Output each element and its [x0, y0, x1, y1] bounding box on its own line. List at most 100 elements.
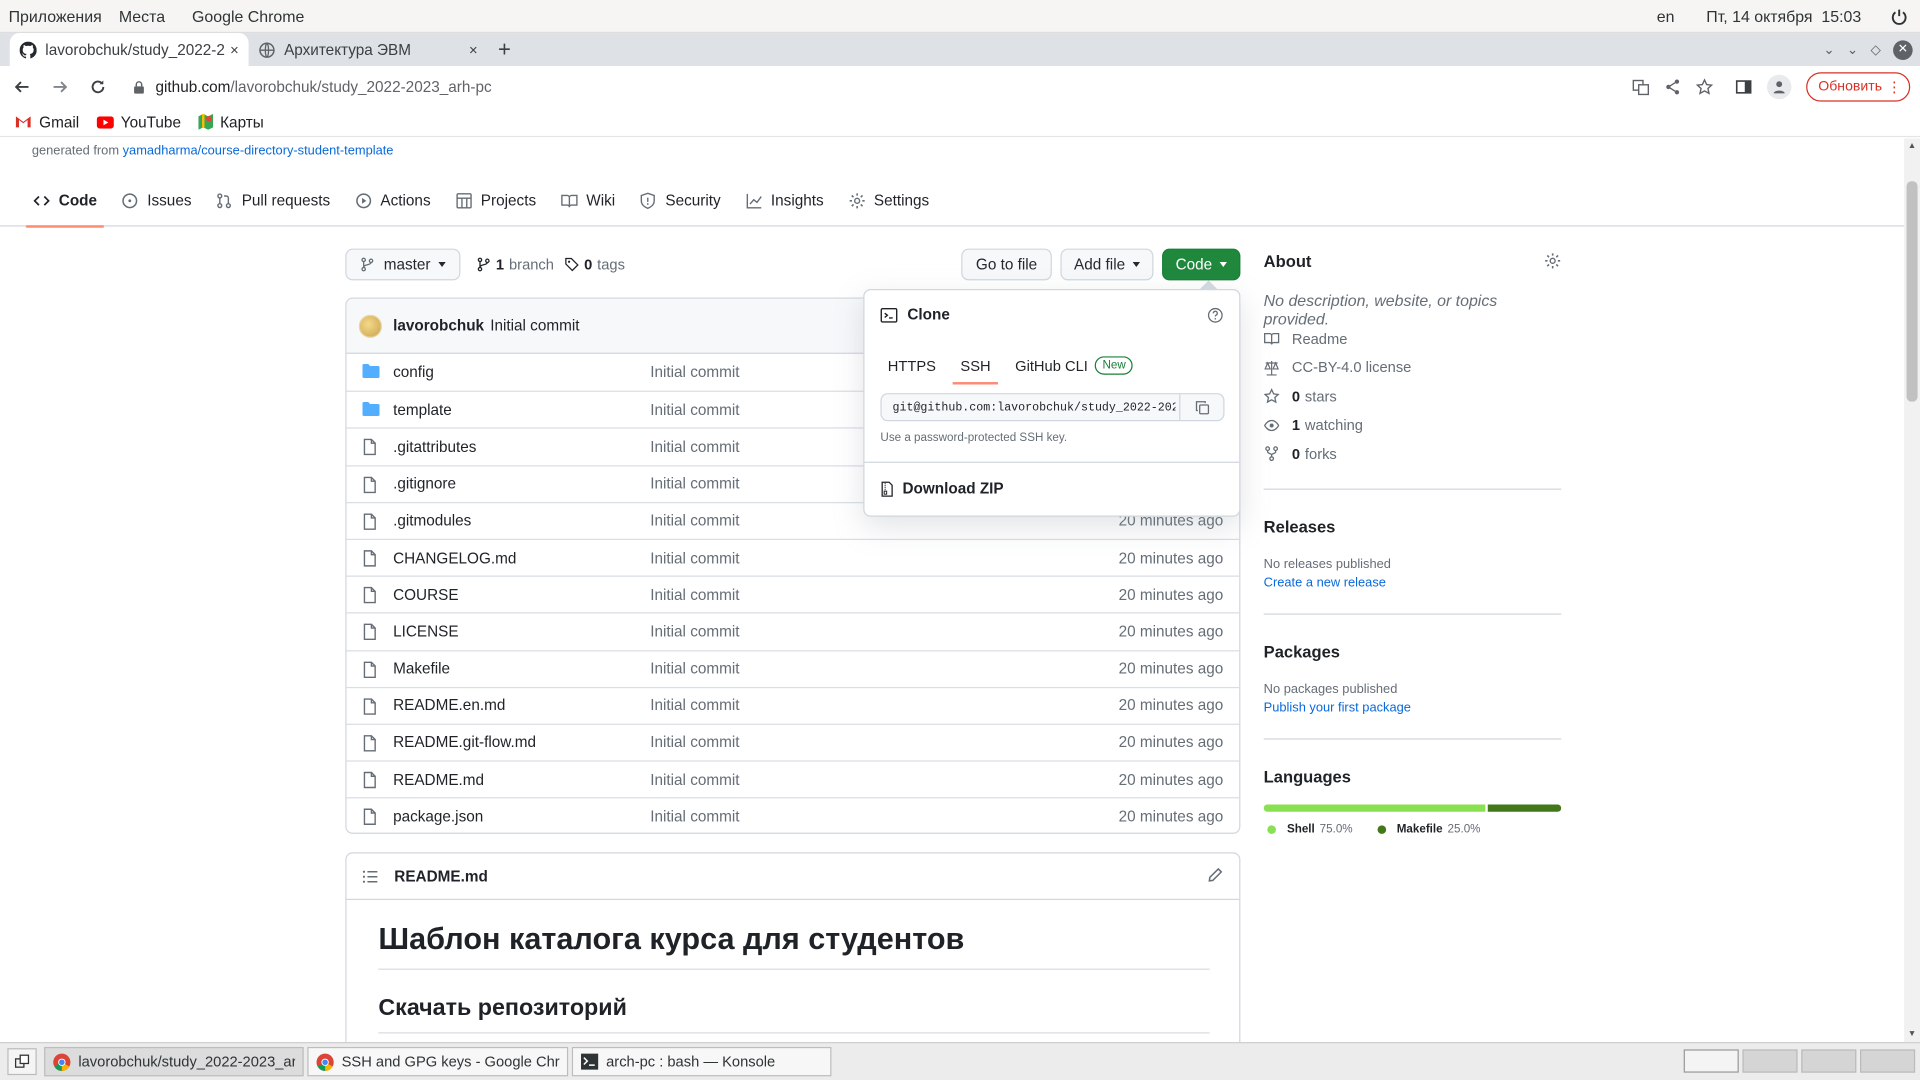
taskbar-window-ssh-keys[interactable]: SSH and GPG keys - Google Chrome: [307, 1046, 569, 1077]
clone-tab-cli[interactable]: GitHub CLI New: [1015, 350, 1134, 381]
file-row[interactable]: README.git-flow.md Initial commit 20 minut…: [346, 723, 1240, 761]
add-file-button[interactable]: Add file: [1060, 248, 1154, 281]
page-scrollbar[interactable]: ▲ ▼: [1904, 138, 1920, 1043]
file-row[interactable]: COURSE Initial commit 20 minutes ago: [346, 575, 1240, 613]
file-name[interactable]: LICENSE: [393, 623, 459, 640]
restore-icon[interactable]: ◇: [1870, 42, 1880, 58]
file-name[interactable]: CHANGELOG.md: [393, 549, 516, 566]
file-row[interactable]: README.md Initial commit 20 minutes ago: [346, 760, 1240, 797]
template-source-link[interactable]: yamadharma/course-directory-student-temp…: [123, 143, 394, 158]
scrollbar-thumb[interactable]: [1906, 181, 1918, 402]
repo-tab-code[interactable]: Code: [25, 174, 105, 228]
repo-tab-wiki[interactable]: Wiki: [560, 174, 615, 225]
file-name[interactable]: COURSE: [393, 586, 458, 603]
file-name[interactable]: package.json: [393, 808, 483, 825]
browser-tab-github[interactable]: lavorobchuk/study_2022-2 ×: [9, 33, 249, 67]
file-commit-message[interactable]: Initial commit: [650, 623, 739, 640]
tab-search-icon[interactable]: ⌄: [1823, 42, 1834, 58]
back-button[interactable]: [6, 71, 38, 103]
commit-author[interactable]: lavorobchuk: [393, 317, 484, 334]
file-name[interactable]: Makefile: [393, 660, 450, 677]
file-commit-message[interactable]: Initial commit: [650, 549, 739, 566]
file-commit-message[interactable]: Initial commit: [650, 401, 739, 418]
clone-tab-ssh[interactable]: SSH: [953, 350, 998, 385]
file-row[interactable]: Makefile Initial commit 20 minutes ago: [346, 649, 1240, 687]
share-icon[interactable]: [1664, 78, 1681, 95]
language-shell[interactable]: Shell 75.0%: [1267, 823, 1353, 836]
clone-tab-https[interactable]: HTTPS: [888, 350, 936, 381]
branches-link[interactable]: 1 branch: [476, 256, 554, 273]
file-name[interactable]: README.md: [393, 771, 484, 788]
repo-tab-pull-requests[interactable]: Pull requests: [216, 174, 330, 225]
file-commit-message[interactable]: Initial commit: [650, 364, 739, 381]
applications-menu[interactable]: Приложения: [9, 7, 102, 25]
workspace-4[interactable]: [1860, 1049, 1916, 1073]
code-button[interactable]: Code: [1162, 248, 1241, 281]
translate-icon[interactable]: [1632, 78, 1649, 96]
file-commit-message[interactable]: Initial commit: [650, 475, 739, 492]
file-name[interactable]: .gitignore: [393, 475, 456, 492]
file-row[interactable]: package.json Initial commit 20 minutes ago: [346, 797, 1240, 832]
browser-tab-arch[interactable]: Архитектура ЭВМ ×: [249, 33, 488, 66]
license-link[interactable]: CC-BY-4.0 license: [1264, 353, 1562, 382]
forward-button[interactable]: [44, 71, 76, 103]
clone-url-input[interactable]: [881, 400, 1176, 414]
file-name[interactable]: .gitattributes: [393, 438, 476, 455]
tags-link[interactable]: 0 tags: [564, 256, 625, 273]
publish-package-link[interactable]: Publish your first package: [1264, 700, 1411, 715]
minimize-icon[interactable]: ⌄: [1847, 42, 1858, 58]
close-tab-icon[interactable]: ×: [469, 41, 478, 58]
file-row[interactable]: README.en.md Initial commit 20 minutes ago: [346, 686, 1240, 724]
stars-link[interactable]: 0 stars: [1263, 382, 1562, 411]
file-commit-message[interactable]: Initial commit: [650, 697, 739, 714]
file-name[interactable]: .gitmodules: [393, 512, 471, 529]
file-name[interactable]: template: [393, 401, 452, 418]
language-makefile[interactable]: Makefile 25.0%: [1377, 823, 1481, 836]
about-gear-icon[interactable]: [1544, 252, 1561, 275]
bookmark-gmail[interactable]: Gmail: [15, 113, 79, 130]
workspace-3[interactable]: [1801, 1049, 1857, 1073]
update-chrome-button[interactable]: Обновить ⋮: [1806, 72, 1911, 102]
file-commit-message[interactable]: Initial commit: [650, 586, 739, 603]
repo-tab-actions[interactable]: Actions: [355, 174, 431, 225]
go-to-file-button[interactable]: Go to file: [961, 248, 1052, 281]
repo-tab-issues[interactable]: Issues: [122, 174, 192, 225]
workspace-2[interactable]: [1742, 1049, 1798, 1073]
profile-avatar[interactable]: [1766, 74, 1792, 100]
close-tab-icon[interactable]: ×: [230, 41, 239, 58]
bookmark-youtube[interactable]: YouTube: [96, 113, 181, 130]
copy-icon[interactable]: [1179, 394, 1223, 421]
clock[interactable]: Пт, 14 октября 15:03: [1706, 7, 1861, 25]
forks-link[interactable]: 0 forks: [1264, 440, 1562, 469]
download-zip-button[interactable]: Download ZIP: [880, 480, 1004, 497]
watching-link[interactable]: 1 watching: [1263, 411, 1562, 440]
file-commit-message[interactable]: Initial commit: [650, 512, 739, 529]
bookmark-maps[interactable]: Карты: [198, 113, 264, 130]
pencil-icon[interactable]: [1207, 867, 1223, 889]
bookmark-star-icon[interactable]: [1695, 78, 1713, 95]
taskbar-window-github[interactable]: lavorobchuk/study_2022-2023_ar...: [44, 1046, 304, 1077]
close-window-icon[interactable]: ✕: [1893, 39, 1913, 60]
avatar[interactable]: [358, 314, 383, 338]
file-commit-message[interactable]: Initial commit: [650, 734, 739, 751]
repo-tab-settings[interactable]: Settings: [848, 174, 929, 225]
packages-title[interactable]: Packages: [1264, 643, 1340, 661]
url-field[interactable]: github.com/lavorobchuk/study_2022-2023_a…: [133, 78, 492, 96]
repo-tab-security[interactable]: Security: [640, 174, 721, 225]
new-tab-button[interactable]: +: [487, 33, 521, 66]
workspace-1[interactable]: [1683, 1049, 1739, 1073]
file-name[interactable]: README.git-flow.md: [393, 734, 536, 751]
file-name[interactable]: config: [393, 364, 434, 381]
reload-button[interactable]: [82, 71, 114, 103]
power-icon[interactable]: [1891, 8, 1908, 25]
releases-title[interactable]: Releases: [1264, 518, 1336, 536]
repo-tab-projects[interactable]: Projects: [455, 174, 536, 225]
file-commit-message[interactable]: Initial commit: [650, 808, 739, 825]
list-icon[interactable]: [362, 869, 378, 884]
question-icon[interactable]: [1207, 307, 1223, 329]
readme-link[interactable]: Readme: [1264, 324, 1562, 353]
create-release-link[interactable]: Create a new release: [1264, 576, 1386, 591]
repo-tab-insights[interactable]: Insights: [745, 174, 824, 225]
file-name[interactable]: README.en.md: [393, 697, 505, 714]
file-row[interactable]: LICENSE Initial commit 20 minutes ago: [346, 612, 1240, 650]
